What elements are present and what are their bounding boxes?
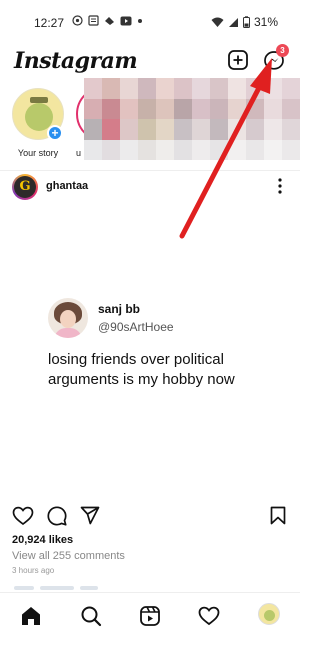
activity-heart-icon[interactable] (198, 605, 220, 627)
tweet-author-handle: @90sArtHoee (98, 320, 174, 334)
dm-unread-badge: 3 (276, 44, 289, 57)
stories-tray: + Your story u (0, 78, 300, 166)
profile-avatar[interactable] (258, 603, 280, 625)
post-timestamp: 3 hours ago (12, 566, 55, 575)
more-notifications-dot (138, 18, 142, 23)
add-story-icon[interactable]: + (47, 125, 63, 141)
story-label: u (76, 148, 82, 158)
my-story-label: Your story (17, 148, 59, 158)
home-icon[interactable] (20, 605, 42, 627)
search-icon[interactable] (80, 605, 102, 627)
share-icon[interactable] (80, 506, 100, 525)
like-count[interactable]: 20,924 likes (12, 534, 73, 546)
reels-icon[interactable] (139, 605, 161, 627)
more-options-icon[interactable] (275, 177, 285, 195)
battery-icon (242, 16, 250, 28)
like-icon[interactable] (12, 506, 34, 526)
system-status: 31% (211, 15, 278, 29)
view-comments-link[interactable]: View all 255 comments (12, 550, 125, 562)
battery-percentage: 31% (253, 15, 278, 29)
comment-icon[interactable] (47, 506, 67, 526)
post-actions (0, 506, 300, 528)
wifi-icon (211, 17, 224, 27)
status-time: 12:27 (34, 16, 65, 30)
new-post-button[interactable] (228, 50, 248, 70)
notification-icons (72, 15, 143, 26)
tweet-author-name: sanj bb (98, 302, 141, 316)
tweet-text: losing friends over political arguments … (48, 351, 235, 388)
signal-icon (228, 17, 238, 27)
status-bar: 12:27 31% (0, 0, 300, 44)
whatsapp-icon (72, 15, 83, 26)
news-icon (88, 15, 99, 26)
youtube-icon (120, 16, 132, 25)
post-header: G ghantaa (0, 170, 300, 200)
instagram-logo[interactable]: Instagram (14, 48, 138, 74)
bottom-navigation (0, 592, 300, 645)
tweet-author-avatar (48, 298, 88, 338)
post-author-avatar[interactable]: G (12, 174, 38, 200)
save-icon[interactable] (270, 506, 286, 525)
app-icon (105, 17, 114, 25)
blurred-stories (84, 78, 300, 160)
post-username[interactable]: ghantaa (46, 180, 88, 192)
